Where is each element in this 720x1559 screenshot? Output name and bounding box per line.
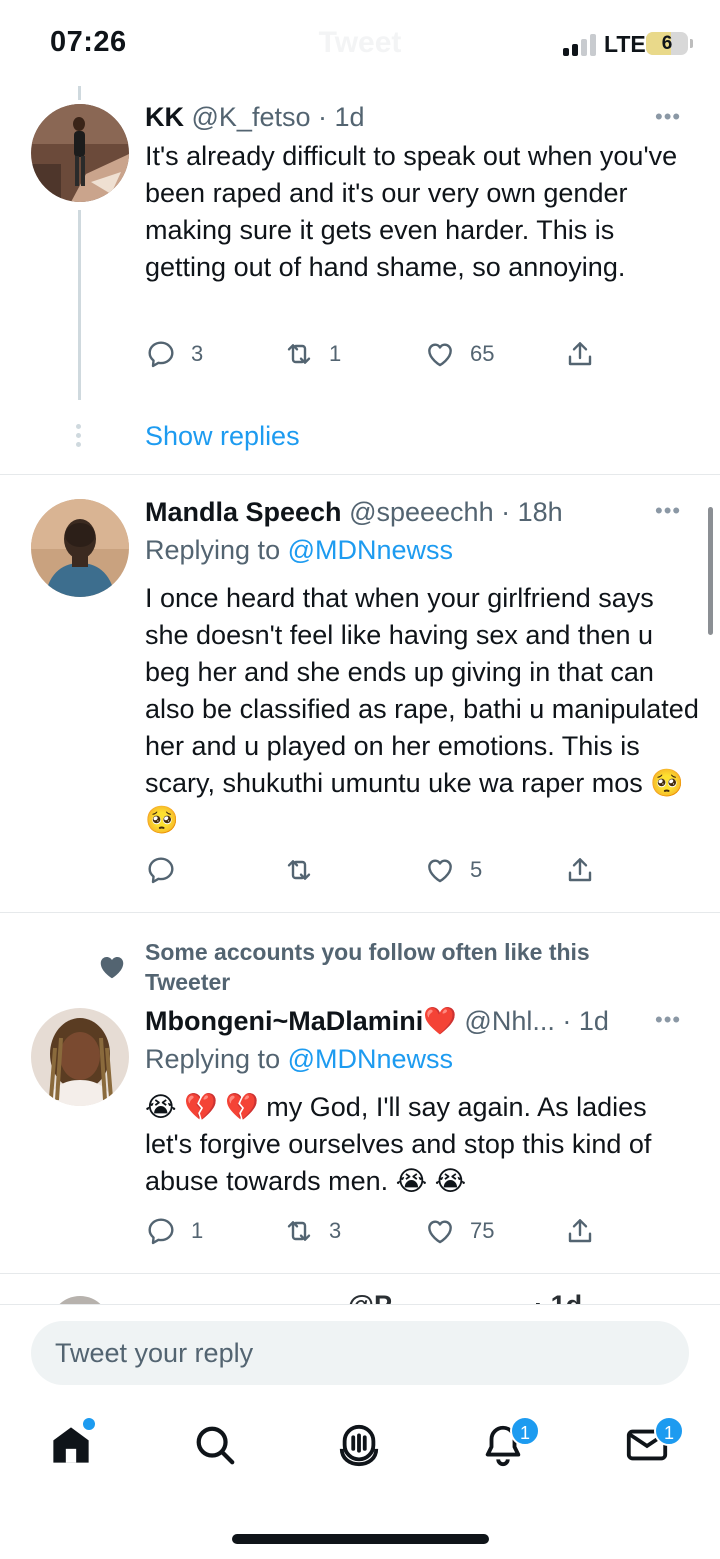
- author-name[interactable]: Mbongeni~MaDlamini❤️: [145, 1006, 457, 1036]
- reply-button[interactable]: 1: [145, 1213, 203, 1249]
- share-icon: [568, 1219, 592, 1243]
- nav-search[interactable]: [192, 1422, 242, 1472]
- status-bar: Tweet 07:26 LTE 6: [0, 0, 720, 88]
- heart-icon: [428, 1220, 452, 1244]
- tweet-text: It's already difficult to speak out when…: [145, 141, 678, 282]
- more-options-icon[interactable]: •••: [655, 1007, 681, 1033]
- share-button[interactable]: [564, 336, 596, 372]
- home-indicator[interactable]: [232, 1534, 489, 1544]
- avatar[interactable]: [31, 499, 129, 597]
- retweet-icon: [287, 344, 311, 364]
- nav-messages[interactable]: 1: [624, 1416, 684, 1472]
- share-icon: [568, 858, 592, 882]
- next-tweet-header: _ _ _ _ _ _ _ _ _ @P _ _ _ _ _ _ · 1d: [145, 1290, 685, 1304]
- nav-notifications[interactable]: 1: [480, 1416, 540, 1472]
- next-tweet-peek[interactable]: _ _ _ _ _ _ _ _ _ @P _ _ _ _ _ _ · 1d: [0, 1276, 720, 1304]
- retweet-button[interactable]: 3: [283, 1213, 341, 1249]
- reply-button[interactable]: 3: [145, 336, 203, 372]
- divider: [0, 1273, 720, 1274]
- tweet-time: 18h: [517, 497, 563, 527]
- thread-dots-icon: [76, 424, 82, 448]
- author-name[interactable]: Mandla Speech: [145, 497, 342, 527]
- like-count: 65: [470, 341, 495, 366]
- signal-icon: [563, 34, 597, 56]
- reply-icon: [148, 341, 174, 368]
- messages-badge: 1: [654, 1416, 684, 1446]
- more-options-icon[interactable]: •••: [655, 498, 681, 524]
- reply-icon: [148, 857, 174, 884]
- nav-home[interactable]: [48, 1418, 98, 1472]
- divider: [0, 474, 720, 475]
- replying-to: Replying to @MDNnewss: [145, 535, 453, 566]
- mention-link[interactable]: @MDNnewss: [288, 535, 453, 565]
- author-name[interactable]: KK: [145, 102, 184, 132]
- tweet-text: I once heard that when your girlfriend s…: [145, 583, 699, 835]
- status-time: 07:26: [50, 26, 127, 58]
- tweet-header: Mandla Speech @speeechh · 18h: [145, 497, 563, 527]
- author-handle: @K_fetso: [191, 102, 311, 132]
- author-handle: @Nhl...: [464, 1006, 555, 1036]
- reply-count: 3: [191, 341, 204, 366]
- show-replies-link[interactable]: Show replies: [145, 421, 300, 452]
- retweet-button[interactable]: [283, 852, 329, 888]
- social-context: Some accounts you follow often like this…: [145, 939, 590, 995]
- tweet-header: Mbongeni~MaDlamini❤️ @Nhl... · 1d: [145, 1006, 609, 1036]
- more-options-icon[interactable]: •••: [655, 104, 681, 130]
- tweet-text: 😭 💔 💔 my God, I'll say again. As ladies …: [145, 1092, 652, 1196]
- spaces-icon: [339, 1424, 379, 1467]
- heart-icon: [100, 957, 124, 979]
- replying-label: Replying to: [145, 535, 281, 565]
- retweet-button[interactable]: 1: [283, 336, 341, 372]
- replying-to: Replying to @MDNnewss: [145, 1044, 453, 1075]
- tweet-time: 1d: [334, 102, 365, 132]
- nav-spaces[interactable]: [336, 1422, 386, 1472]
- retweet-icon: [287, 1221, 311, 1241]
- reply-button[interactable]: [145, 852, 191, 888]
- battery-icon: 6: [646, 32, 688, 55]
- notifications-badge: 1: [510, 1416, 540, 1446]
- like-count: 75: [470, 1218, 495, 1243]
- search-icon: [196, 1426, 235, 1465]
- tweet-header: KK @K_fetso · 1d: [145, 102, 365, 132]
- share-icon: [568, 342, 592, 366]
- author-handle: @speeechh: [349, 497, 494, 527]
- avatar[interactable]: [31, 1008, 129, 1106]
- heart-icon: [428, 343, 452, 367]
- divider: [0, 912, 720, 913]
- network-label: LTE: [604, 31, 646, 57]
- tweet-actions: 1 3 75: [145, 1213, 615, 1249]
- avatar: [50, 1296, 110, 1304]
- like-count: 5: [470, 857, 483, 882]
- reply-count: 1: [191, 1218, 204, 1243]
- thread-line-top: [78, 86, 81, 100]
- retweet-icon: [287, 860, 311, 880]
- like-button[interactable]: 65: [424, 336, 494, 372]
- scrollbar[interactable]: [708, 507, 713, 635]
- retweet-count: 1: [329, 341, 342, 366]
- tweet-reply-input[interactable]: [31, 1321, 689, 1385]
- tweet-actions: 5: [145, 852, 615, 888]
- bottom-nav: 1 1: [0, 1400, 720, 1559]
- mention-link[interactable]: @MDNnewss: [288, 1044, 453, 1074]
- retweet-count: 3: [329, 1218, 342, 1243]
- like-button[interactable]: 5: [424, 852, 482, 888]
- reply-bar: [0, 1304, 720, 1400]
- new-content-dot: [83, 1418, 95, 1430]
- avatar[interactable]: [31, 104, 129, 202]
- heart-icon: [428, 859, 452, 883]
- reply-icon: [148, 1218, 174, 1245]
- battery-level: 6: [661, 33, 673, 54]
- like-button[interactable]: 75: [424, 1213, 494, 1249]
- replying-label: Replying to: [145, 1044, 281, 1074]
- tweet-actions: 3 1 65: [145, 336, 615, 372]
- tweet-time: 1d: [578, 1006, 609, 1036]
- share-button[interactable]: [564, 1213, 596, 1249]
- thread-line: [78, 210, 81, 400]
- share-button[interactable]: [564, 852, 596, 888]
